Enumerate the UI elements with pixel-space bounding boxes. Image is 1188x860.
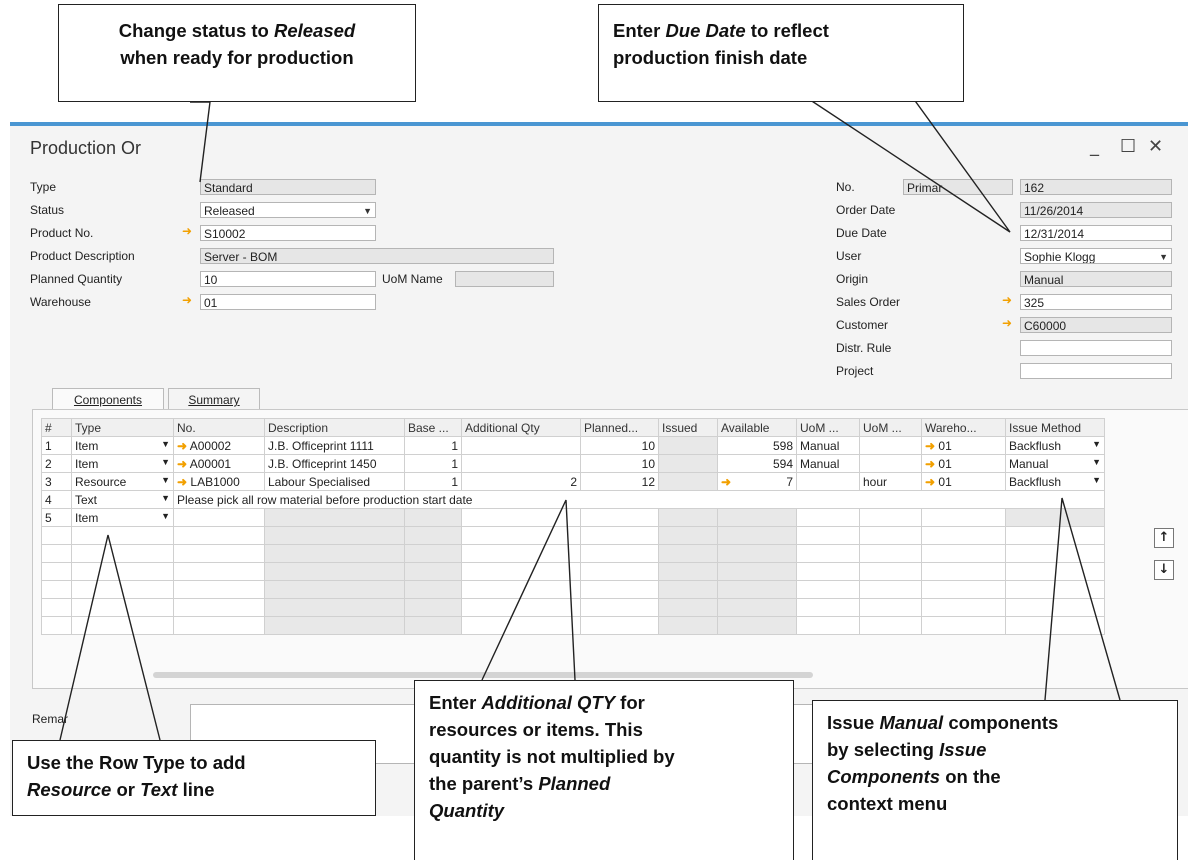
callout-text: by selecting bbox=[827, 739, 940, 760]
callout-emphasis: Manual bbox=[879, 712, 944, 733]
status-callout: Change status to Released when ready for… bbox=[58, 4, 416, 102]
callout-text: production finish date bbox=[613, 47, 808, 68]
callout-text: line bbox=[177, 779, 215, 800]
callout-text: Change status to bbox=[118, 20, 274, 41]
callout-text: components bbox=[943, 712, 1059, 733]
additional-qty-callout: Enter Additional QTY for resources or it… bbox=[414, 680, 794, 860]
callout-text: to reflect bbox=[745, 20, 829, 41]
callout-emphasis: Planned bbox=[538, 773, 611, 794]
callout-emphasis: Additional QTY bbox=[481, 692, 616, 713]
callout-text: or bbox=[111, 779, 141, 800]
callout-text: Use the Row Type to add bbox=[27, 752, 246, 773]
callout-emphasis: Released bbox=[273, 20, 356, 41]
due-date-callout: Enter Due Date to reflect production fin… bbox=[598, 4, 964, 102]
issue-method-pointer bbox=[1044, 497, 1121, 701]
callout-emphasis: Resource bbox=[27, 779, 112, 800]
callout-emphasis: Due Date bbox=[665, 20, 746, 41]
callout-emphasis: Text bbox=[140, 779, 178, 800]
callout-text: Issue bbox=[827, 712, 880, 733]
callout-text: on the bbox=[940, 766, 1001, 787]
callout-text: resources or items. This bbox=[429, 719, 643, 740]
callout-text: the parent’s bbox=[429, 773, 539, 794]
callout-emphasis: Issue bbox=[939, 739, 987, 760]
callout-text: when ready for production bbox=[120, 47, 354, 68]
due-date-pointer bbox=[779, 79, 1011, 233]
status-pointer bbox=[190, 101, 211, 183]
callout-text: for bbox=[615, 692, 645, 713]
callout-emphasis: Quantity bbox=[429, 800, 505, 821]
row-type-pointer bbox=[59, 534, 161, 741]
callout-emphasis: Components bbox=[827, 766, 941, 787]
row-type-callout: Use the Row Type to add Resource or Text… bbox=[12, 740, 376, 816]
additional-qty-pointer bbox=[481, 499, 576, 681]
callout-text: Enter bbox=[429, 692, 482, 713]
callout-text: Enter bbox=[613, 20, 666, 41]
callout-text: context menu bbox=[827, 793, 948, 814]
issue-method-callout: Issue Manual components by selecting Iss… bbox=[812, 700, 1178, 860]
callout-text: quantity is not multiplied by bbox=[429, 746, 675, 767]
